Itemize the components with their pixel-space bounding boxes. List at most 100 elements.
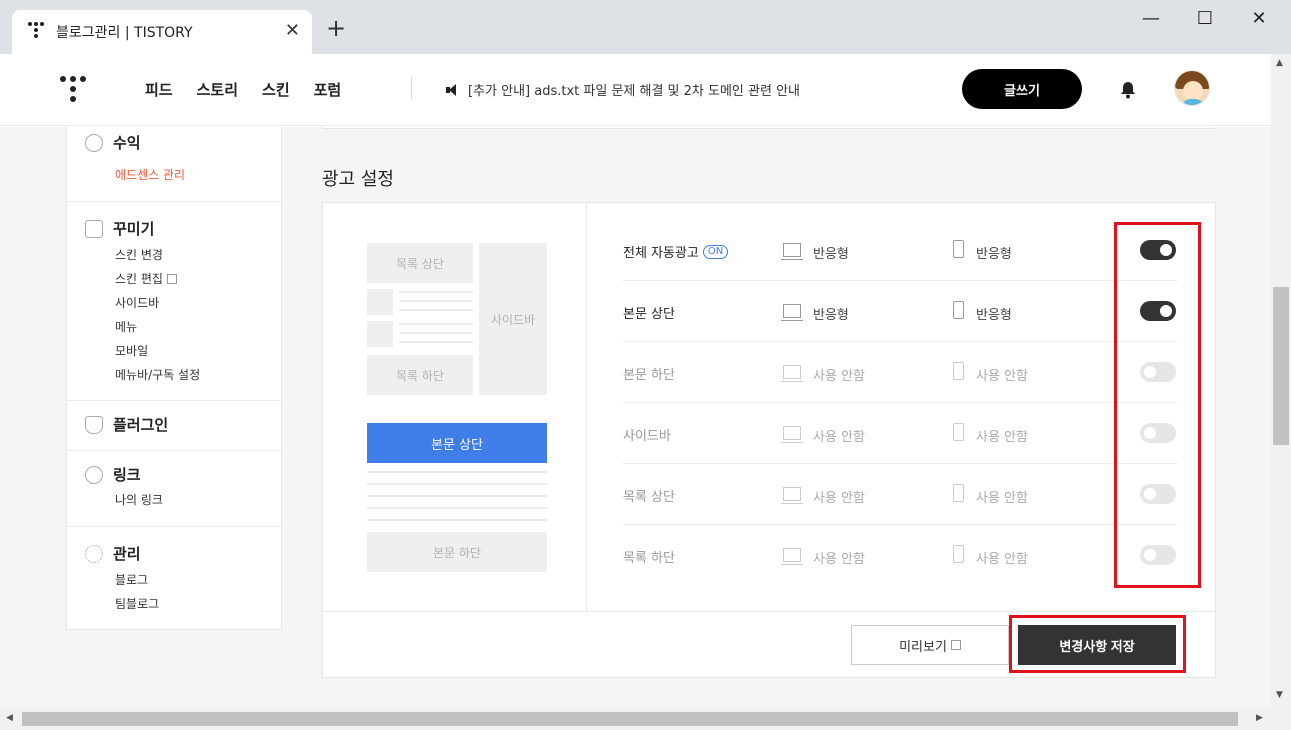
ad-row-sidebar: 사이드바 사용 안함 사용 안함 [623,403,1177,464]
browser-tab[interactable]: 블로그관리 | TISTORY ✕ [12,10,312,54]
avatar[interactable] [1174,70,1210,106]
nav-skin[interactable]: 스킨 [262,79,290,100]
toggle-highlight-box [1114,222,1201,588]
minimize-button[interactable]: — [1136,8,1166,29]
pc-ad-type[interactable]: 반응형 [813,304,849,323]
mobile-ad-type[interactable]: 반응형 [976,304,1012,323]
mobile-ad-type[interactable]: 사용 안함 [976,365,1028,384]
sidebar-item-blog[interactable]: 블로그 [115,571,148,588]
preview-line [367,483,547,485]
nav-feed[interactable]: 피드 [145,79,173,100]
new-tab-button[interactable]: + [326,16,346,40]
preview-line [367,471,547,473]
preview-line [399,291,473,293]
link-icon [85,465,103,484]
mobile-ad-type[interactable]: 사용 안함 [976,487,1028,506]
ad-row-label: 본문 상단 [623,307,675,322]
scroll-up-icon[interactable]: ▲ [1276,58,1283,68]
pc-ad-type[interactable]: 사용 안함 [813,487,865,506]
external-link-icon [166,274,177,284]
nav-forum[interactable]: 포럼 [314,79,342,100]
ad-settings-panel: 목록 상단 사이드바 목록 하단 본문 상단 본문 하단 전체 자동광고 ON 반… [322,202,1216,678]
sidebar-group-title[interactable]: 링크 [113,464,141,485]
write-post-button[interactable]: 글쓰기 [962,69,1082,109]
ad-row-auto: 전체 자동광고 ON 반응형 반응형 [623,220,1177,281]
window-close-button[interactable]: ✕ [1244,8,1274,29]
pc-ad-type[interactable]: 반응형 [813,243,849,262]
notice-text: [추가 안내] ads.txt 파일 문제 해결 및 2차 도메인 관련 안내 [468,84,800,99]
sidebar-group-title[interactable]: 플러그인 [113,414,168,435]
preview-line [367,495,547,497]
desktop-icon [781,426,803,443]
desktop-icon [781,365,803,382]
preview-button[interactable]: 미리보기 [851,625,1009,665]
section-title: 광고 설정 [322,169,394,190]
preview-line [367,507,547,509]
site-header: 피드 스토리 스킨 포럼 [추가 안내] ads.txt 파일 문제 해결 및 … [0,54,1271,126]
sidebar-group-revenue: 수익 애드센스 관리 [67,127,281,202]
vertical-scroll-thumb[interactable] [1273,287,1289,445]
sidebar-item-adsense[interactable]: 애드센스 관리 [115,166,185,183]
sidebar-item-sidebar[interactable]: 사이드바 [115,294,159,311]
preview-line [399,323,473,325]
admin-sidebar: 수익 애드센스 관리 꾸미기 스킨 변경 스킨 편집 사이드바 메뉴 모바일 메… [66,127,282,630]
on-badge: ON [702,244,729,259]
sidebar-group-title[interactable]: 관리 [113,543,141,564]
ad-row-list-top: 목록 상단 사용 안함 사용 안함 [623,464,1177,525]
sidebar-item-skin-edit[interactable]: 스킨 편집 [115,270,177,287]
preview-sidebar: 사이드바 [479,243,547,395]
main-nav: 피드 스토리 스킨 포럼 [145,79,341,100]
desktop-icon [781,243,803,260]
desktop-icon [781,304,803,321]
ad-row-label: 목록 하단 [623,551,675,566]
tistory-logo-icon[interactable] [60,76,86,104]
scroll-left-icon[interactable]: ◀ [6,713,13,723]
mobile-icon [953,240,964,258]
sidebar-item-menubar[interactable]: 메뉴바/구독 설정 [115,366,200,383]
preview-thumb [367,321,393,347]
mobile-icon [953,301,964,319]
mobile-icon [953,423,964,441]
notice-banner[interactable]: [추가 안내] ads.txt 파일 문제 해결 및 2차 도메인 관련 안내 [446,80,800,99]
scroll-down-icon[interactable]: ▼ [1276,690,1283,700]
preview-button-label: 미리보기 [899,638,947,654]
mobile-icon [953,545,964,563]
previous-panel-edge [322,127,1216,129]
browser-tabbar: 블로그관리 | TISTORY ✕ + — ☐ ✕ [0,0,1291,54]
sidebar-item-team-blog[interactable]: 팀블로그 [115,595,159,612]
pc-ad-type[interactable]: 사용 안함 [813,426,865,445]
desktop-icon [781,548,803,565]
mobile-ad-type[interactable]: 사용 안함 [976,426,1028,445]
sidebar-item-my-link[interactable]: 나의 링크 [115,491,163,508]
preview-list-top: 목록 상단 [367,243,473,283]
horizontal-scroll-thumb[interactable] [22,712,1238,726]
bell-icon[interactable] [1118,80,1138,100]
pc-ad-type[interactable]: 사용 안함 [813,365,865,384]
sidebar-item-mobile[interactable]: 모바일 [115,342,148,359]
mobile-ad-type[interactable]: 사용 안함 [976,548,1028,567]
maximize-button[interactable]: ☐ [1190,8,1220,29]
mobile-icon [953,484,964,502]
scroll-right-icon[interactable]: ▶ [1256,713,1263,723]
sidebar-group-title[interactable]: 수익 [113,132,141,153]
mobile-ad-type[interactable]: 반응형 [976,243,1012,262]
ad-row-label: 전체 자동광고 ON [623,242,729,261]
sidebar-item-menu[interactable]: 메뉴 [115,318,137,335]
preview-body-top: 본문 상단 [367,423,547,463]
tab-close-icon[interactable]: ✕ [285,20,300,41]
sidebar-group-decorate: 꾸미기 스킨 변경 스킨 편집 사이드바 메뉴 모바일 메뉴바/구독 설정 [67,202,281,401]
save-highlight-box [1009,615,1186,673]
preview-body-bottom: 본문 하단 [367,532,547,572]
ad-row-label: 본문 하단 [623,368,675,383]
sidebar-item-skin-change[interactable]: 스킨 변경 [115,246,163,263]
coins-icon [85,133,103,152]
speaker-icon [446,83,460,96]
sidebar-group-title[interactable]: 꾸미기 [113,218,154,239]
external-link-icon [950,640,961,650]
ad-row-list-bottom: 목록 하단 사용 안함 사용 안함 [623,525,1177,586]
layout-icon [85,219,103,238]
nav-story[interactable]: 스토리 [197,79,238,100]
sidebar-group-manage: 관리 블로그 팀블로그 [67,527,281,629]
pc-ad-type[interactable]: 사용 안함 [813,548,865,567]
tistory-favicon-icon [28,22,44,40]
